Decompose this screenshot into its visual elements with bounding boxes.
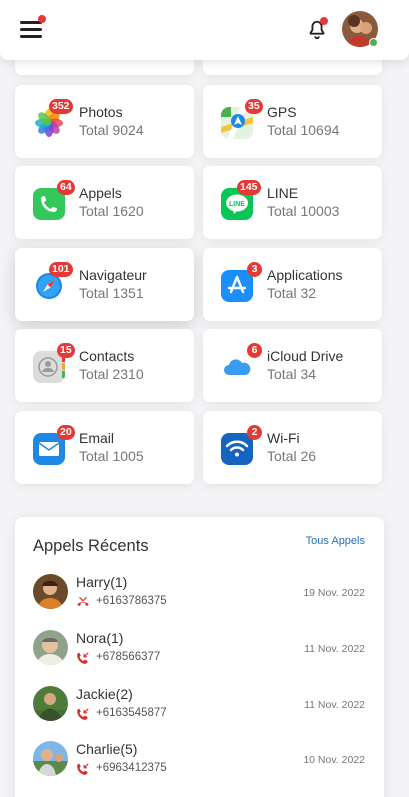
online-status-dot [369,38,378,47]
incoming-call-icon [76,651,90,665]
svg-text:LINE: LINE [229,201,245,208]
app-total: Total 26 [267,448,317,464]
app-name: Wi-Fi [267,430,300,446]
app-card-email[interactable]: 20 Email Total 1005 [15,411,194,484]
app-total: Total 10003 [267,203,340,219]
phone-number: +6963412375 [96,762,167,774]
missed-call-icon [76,595,90,609]
app-card-navigateur[interactable]: 101 Navigateur Total 1351 [15,248,194,321]
contact-avatar [33,630,68,665]
top-bar [0,0,409,60]
count-badge: 3 [247,262,262,277]
count-badge: 15 [57,343,75,358]
icloud-icon [221,351,253,383]
count-badge: 35 [245,99,263,114]
contact-avatar [33,686,68,721]
count-badge: 2 [247,425,262,440]
notification-dot [320,17,328,25]
contact-name: Charlie(5) [76,741,138,757]
app-name: Applications [267,267,343,283]
app-total: Total 9024 [79,122,144,138]
wifi-icon [221,433,253,465]
contact-name: Harry(1) [76,574,128,590]
app-name: Navigateur [79,267,147,283]
recent-calls-panel: Appels Récents Tous Appels Harry(1) +6163… [15,517,384,797]
app-card-contacts[interactable]: 15 Contacts Total 2310 [15,329,194,402]
app-card-wi-fi[interactable]: 2 Wi-Fi Total 26 [203,411,382,484]
app-card-icloud-drive[interactable]: 6 iCloud Drive Total 34 [203,329,382,402]
call-row[interactable]: Charlie(5) +6963412375 10 Nov. 2022 [15,741,384,791]
all-calls-link[interactable]: Tous Appels [306,535,365,547]
app-name: Photos [79,104,123,120]
app-card-line[interactable]: LINE 145 LINE Total 10003 [203,166,382,239]
phone-number: +678566377 [96,651,161,663]
call-row[interactable]: Jackie(2) +6163545877 11 Nov. 2022 [15,686,384,736]
count-badge: 64 [57,180,75,195]
count-badge: 145 [237,180,261,195]
phone-number: +6163545877 [96,707,167,719]
app-name: Appels [79,185,122,201]
app-total: Total 1005 [79,448,144,464]
app-total: Total 32 [267,285,317,301]
app-card-appels[interactable]: 64 Appels Total 1620 [15,166,194,239]
phone-number: +6163786375 [96,595,167,607]
call-date: 10 Nov. 2022 [303,754,365,766]
app-name: LINE [267,185,299,201]
app-card-photos[interactable]: 352 Photos Total 9024 [15,85,194,158]
call-row[interactable]: Nora(1) +678566377 11 Nov. 2022 [15,630,384,680]
contact-avatar [33,574,68,609]
app-name: GPS [267,104,297,120]
count-badge: 20 [57,425,75,440]
incoming-call-icon [76,707,90,721]
app-name: Contacts [79,348,135,364]
contact-name: Nora(1) [76,630,124,646]
app-card-gps[interactable]: 35 GPS Total 10694 [203,85,382,158]
incoming-call-icon [76,762,90,776]
call-date: 19 Nov. 2022 [303,587,365,599]
recent-calls-title: Appels Récents [33,537,149,555]
call-date: 11 Nov. 2022 [304,699,365,711]
app-total: Total 1351 [79,285,144,301]
count-badge: 6 [247,343,262,358]
call-date: 11 Nov. 2022 [304,643,365,655]
hamburger-menu-icon[interactable] [20,15,46,38]
app-card-applications[interactable]: 3 Applications Total 32 [203,248,382,321]
call-row[interactable]: Harry(1) +6163786375 19 Nov. 2022 [15,574,384,624]
app-total: Total 1620 [79,203,144,219]
bell-icon[interactable] [306,17,328,41]
count-badge: 101 [49,262,73,277]
count-badge: 352 [49,99,73,114]
app-total: Total 10694 [267,122,340,138]
app-name: iCloud Drive [267,348,344,364]
app-store-icon [221,270,253,302]
app-name: Email [79,430,115,446]
app-total: Total 2310 [79,366,144,382]
contact-name: Jackie(2) [76,686,133,702]
notification-dot [38,15,46,23]
app-total: Total 34 [267,366,317,382]
contact-avatar [33,741,68,776]
